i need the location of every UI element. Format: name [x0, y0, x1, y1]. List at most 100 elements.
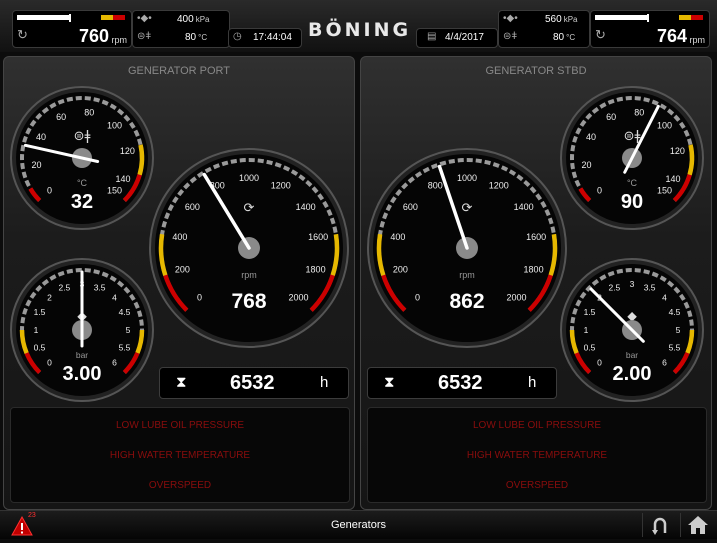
tick-label: 1600	[526, 232, 546, 242]
alarm-list: LOW LUBE OIL PRESSURE HIGH WATER TEMPERA…	[367, 407, 707, 503]
tick-label: 140	[115, 174, 130, 184]
gauge-value: 2.00	[613, 363, 652, 385]
gauge-value: 32	[71, 191, 93, 213]
gauge-unit: °C	[627, 178, 638, 188]
tick-label: 4.5	[119, 307, 131, 317]
stbd-pressure-value: 560	[545, 14, 562, 25]
gauge-value: 768	[231, 290, 266, 313]
date-value: 4/4/2017	[445, 32, 484, 43]
tick-label: 4	[112, 292, 117, 302]
coolant-temp-icon: ⊜ǂ	[137, 31, 152, 42]
running-hours: ⧗ 6532 h	[367, 367, 557, 399]
temperature-gauge: 0 20 40 60 80 100 120 140 150 °C ⊜ǂ 32	[10, 86, 154, 230]
tick-label: 1400	[296, 202, 316, 212]
top-status-bar: ↻ 760 rpm •◆• 400 kPa ⊜ǂ 80 °C ◷ 17:44:04 …	[0, 0, 717, 52]
tick-label: 120	[120, 146, 135, 156]
panel-title: GENERATOR PORT	[127, 65, 231, 77]
tick-label: 3	[630, 279, 635, 289]
tick-label: 1800	[524, 265, 544, 275]
tick-label: 600	[403, 202, 418, 212]
alarm-overspeed: OVERSPEED	[505, 480, 569, 491]
tick-label: 1.5	[34, 307, 46, 317]
gauge-value: 862	[449, 290, 484, 313]
tick-label: 2	[47, 292, 52, 302]
home-icon	[688, 516, 708, 534]
port-temp-value: 80	[185, 32, 197, 43]
home-button[interactable]	[680, 513, 715, 537]
stbd-temp-unit: °C	[566, 33, 576, 42]
tick-label: 2.5	[58, 282, 70, 292]
yellow-zone	[687, 144, 695, 176]
engine-rotation-icon: ↻	[17, 27, 28, 42]
gauge-unit: rpm	[241, 270, 257, 280]
oil-pressure-icon: •◆•	[137, 13, 152, 24]
tick-label: 40	[586, 132, 596, 142]
tick-label: 0.5	[34, 342, 46, 352]
rpm-bar-marker	[647, 14, 649, 22]
hours-value: 6532	[230, 372, 275, 394]
tick-label: 4.5	[669, 307, 681, 317]
tick-label: 80	[84, 108, 94, 118]
hours-value: 6532	[438, 372, 483, 394]
rpm-bar-red-zone	[691, 15, 703, 20]
stbd-pressure-unit: kPa	[563, 15, 578, 24]
alarm-overspeed: OVERSPEED	[148, 480, 212, 491]
tick-label: 1000	[457, 173, 477, 183]
tick-label: 3.5	[644, 282, 656, 292]
return-arrow-icon	[652, 517, 667, 535]
tick-label: 60	[606, 112, 616, 122]
temperature-gauge: 0 20 40 60 80 100 120 140 150 °C ⊜ǂ 90	[560, 86, 704, 230]
tick-label: 1	[584, 325, 589, 335]
alarm-low-lube-oil-pressure: LOW LUBE OIL PRESSURE	[116, 420, 244, 431]
tick-label: 60	[56, 112, 66, 122]
hourglass-icon: ⧗	[384, 374, 395, 391]
tick-label: 150	[657, 186, 672, 196]
stbd-rpm-bar	[595, 15, 647, 20]
port-rpm-unit: rpm	[111, 35, 128, 45]
hourglass-icon: ⧗	[176, 374, 187, 391]
running-hours: ⧗ 6532 h	[159, 367, 349, 399]
tick-label: 1.5	[584, 307, 596, 317]
rpm-bar-red-zone	[113, 15, 125, 20]
rpm-bar-yellow-zone	[101, 15, 113, 20]
tick-label: 2000	[506, 292, 526, 302]
yellow-zone	[137, 144, 145, 176]
gauge-unit: rpm	[459, 270, 475, 280]
engine-rotation-icon: ↻	[595, 27, 606, 42]
tick-label: 150	[107, 186, 122, 196]
generator-stbd-panel: GENERATOR STBD 0 200 400 600 800 1000 1200 1400…	[360, 56, 712, 510]
generator-port-panel: GENERATOR PORT 0 20 40 60 80 100 120 140 150 °C ⊜ǂ…	[3, 56, 355, 510]
tick-label: 1800	[306, 265, 326, 275]
stbd-readouts: •◆• 560 kPa ⊜ǂ 80 °C	[498, 10, 590, 48]
stbd-temp: 80 °C	[553, 32, 575, 43]
clock-readout: ◷ 17:44:04	[228, 28, 302, 48]
alarm-count-badge: 23	[28, 512, 36, 519]
tick-label: 0	[597, 357, 602, 367]
tick-label: 0	[415, 292, 420, 302]
port-pressure: 400 kPa	[177, 14, 209, 25]
tick-label: 6	[662, 357, 667, 367]
oil-pressure-gauge: 00.511.522.533.544.555.56bar◆2.00	[560, 258, 704, 402]
tick-label: 1400	[514, 202, 534, 212]
tick-label: 1200	[489, 181, 509, 191]
tick-label: 200	[175, 265, 190, 275]
alarm-high-water-temperature: HIGH WATER TEMPERATURE	[109, 450, 251, 461]
tick-label: 4	[662, 292, 667, 302]
clock-icon: ◷	[233, 31, 242, 42]
hours-unit: h	[528, 374, 537, 391]
time-value: 17:44:04	[253, 32, 292, 43]
brand-logo: BÖNING	[308, 19, 412, 41]
tick-label: 80	[634, 108, 644, 118]
tick-label: 600	[185, 202, 200, 212]
tick-label: 5.5	[119, 342, 131, 352]
tick-label: 0.5	[584, 342, 596, 352]
page-title: Generators	[330, 519, 387, 531]
gauge-value: 90	[621, 191, 643, 213]
tick-label: 2.5	[608, 282, 620, 292]
tick-label: 20	[582, 160, 592, 170]
tick-label: 6	[112, 357, 117, 367]
coolant-temp-icon: ⊜ǂ	[74, 129, 91, 144]
port-rpm-value: 760	[78, 26, 109, 46]
back-button[interactable]	[642, 513, 677, 537]
tick-label: 400	[172, 232, 187, 242]
